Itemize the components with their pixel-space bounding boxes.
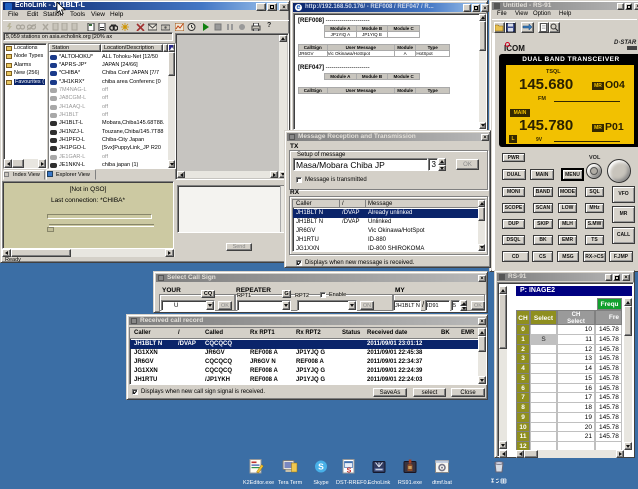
svg-text:S: S: [318, 462, 324, 472]
svg-text:S: S: [347, 468, 352, 475]
